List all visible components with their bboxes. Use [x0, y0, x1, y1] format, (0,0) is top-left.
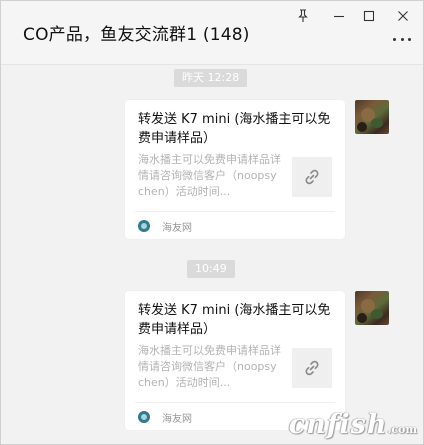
source-logo-icon: [138, 411, 150, 423]
avatar[interactable]: [355, 100, 389, 134]
maximize-icon[interactable]: [360, 7, 378, 25]
source-label: 海友网: [162, 222, 192, 234]
more-options-icon[interactable]: [393, 38, 411, 44]
source-logo-icon: [138, 220, 150, 232]
card-divider: [135, 402, 335, 403]
pin-icon[interactable]: [294, 7, 312, 25]
card-title: 转发送 K7 mini (海水播主可以免费申请样品）: [138, 303, 331, 337]
card-description: 海水播主可以免费申请样品详情请咨询微信客户（noopsychen）活动时间...: [138, 153, 281, 198]
site-watermark: cnfish.com: [289, 409, 417, 440]
card-description: 海水播主可以免费申请样品详情请咨询微信客户（noopsychen）活动时间...: [138, 344, 281, 389]
chat-header: CO产品，鱼友交流群1 (148): [1, 1, 423, 65]
watermark-suffix: .com: [387, 423, 417, 436]
minimize-icon[interactable]: [330, 7, 348, 25]
timestamp-chip: 昨天 12:28: [174, 69, 248, 87]
card-source: 海友网: [138, 410, 192, 425]
chat-title: CO产品，鱼友交流群1 (148): [23, 25, 250, 45]
card-divider: [135, 211, 335, 212]
timestamp-chip: 10:49: [187, 260, 235, 278]
card-title: 转发送 K7 mini (海水播主可以免费申请样品）: [138, 112, 331, 146]
link-icon: [292, 348, 332, 388]
link-icon: [292, 157, 332, 197]
card-source: 海友网: [138, 219, 192, 234]
watermark-text: cnfish: [288, 409, 388, 440]
source-label: 海友网: [162, 413, 192, 425]
avatar[interactable]: [355, 291, 389, 325]
link-card[interactable]: 转发送 K7 mini (海水播主可以免费申请样品） 海水播主可以免费申请样品详…: [125, 100, 345, 239]
close-icon[interactable]: [394, 7, 412, 25]
